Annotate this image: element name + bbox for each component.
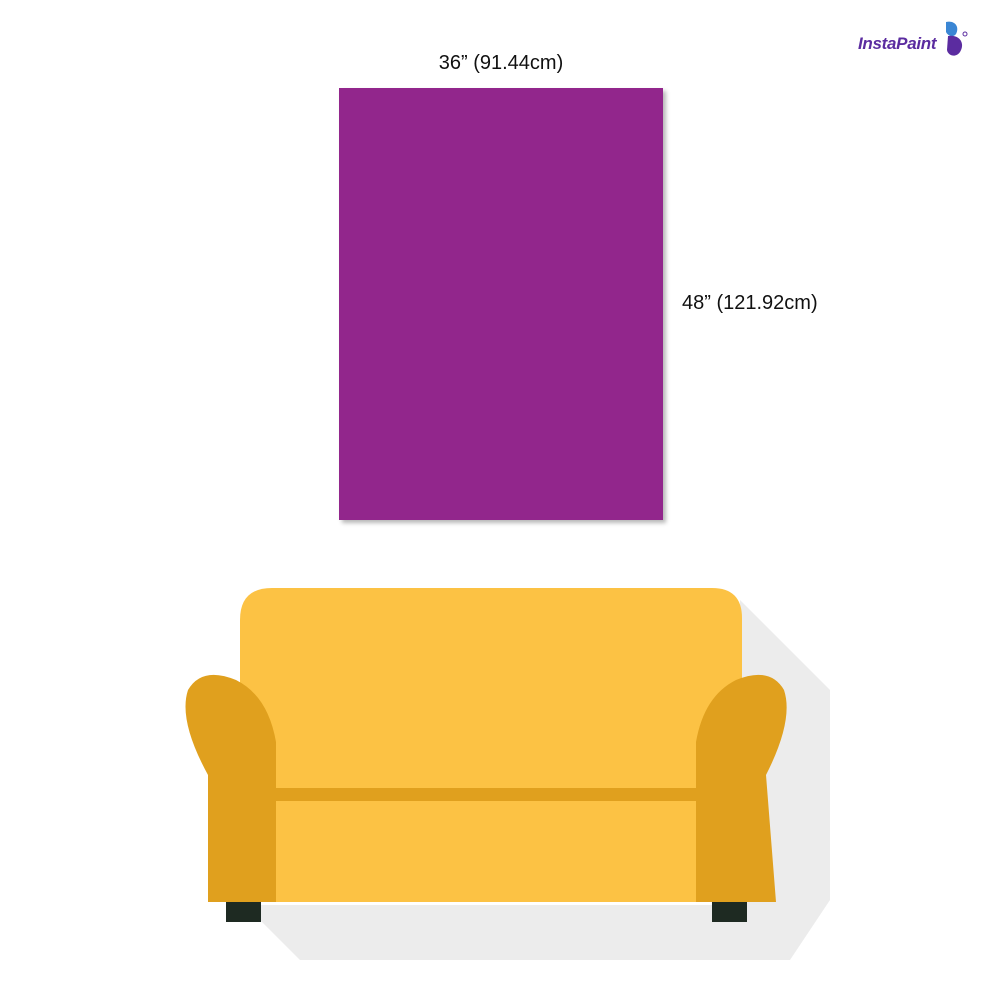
sofa-seat: [262, 801, 722, 902]
sofa-backrest: [240, 588, 742, 800]
sofa-left-arm: [185, 674, 276, 902]
sofa-illustration: [185, 588, 830, 960]
sofa-left-leg: [226, 902, 261, 922]
sofa-seat-band: [262, 788, 722, 801]
sofa-right-leg: [712, 902, 747, 922]
